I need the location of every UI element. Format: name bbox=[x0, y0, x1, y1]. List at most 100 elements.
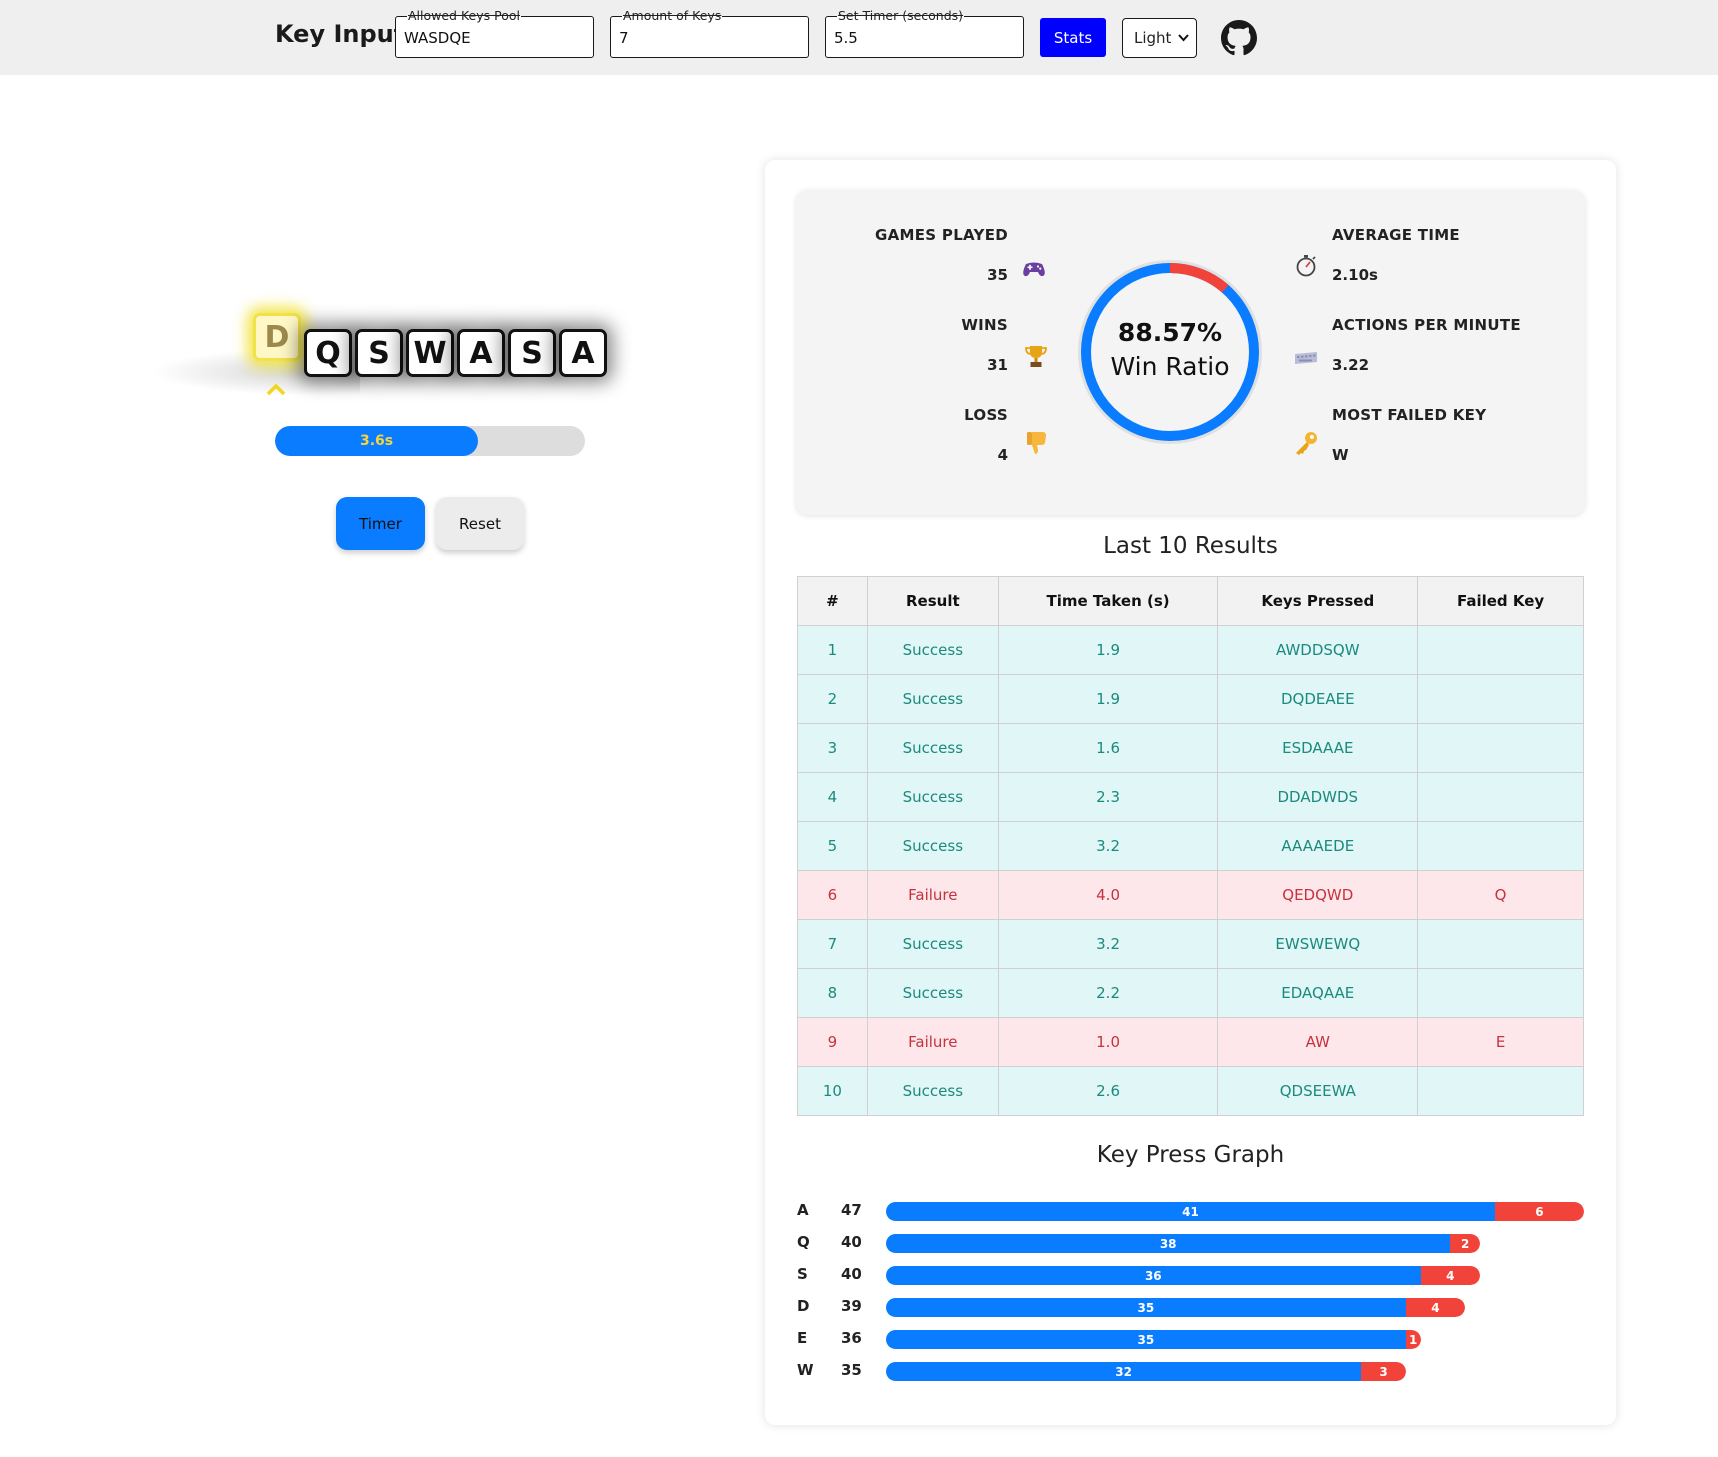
column-header: Keys Pressed bbox=[1217, 576, 1419, 626]
graph-bar: 35 1 bbox=[886, 1330, 1421, 1349]
results-title: Last 10 Results bbox=[1103, 533, 1278, 559]
graph-bar-failed: 4 bbox=[1405, 1298, 1466, 1317]
keyboard-icon bbox=[1295, 352, 1317, 364]
graph-bar-success: 41 bbox=[886, 1202, 1495, 1221]
key-tile: A bbox=[559, 329, 607, 377]
column-header: # bbox=[797, 576, 868, 626]
key-press-graph-title: Key Press Graph bbox=[1096, 1142, 1285, 1168]
table-cell-keys: AWDDSQW bbox=[1217, 625, 1419, 675]
reset-button[interactable]: Reset bbox=[436, 497, 524, 550]
amount-of-keys-input[interactable] bbox=[619, 27, 799, 49]
theme-select[interactable]: Light bbox=[1122, 18, 1197, 58]
chevron-down-icon bbox=[1178, 34, 1190, 42]
amount-of-keys-field[interactable]: Amount of Keys bbox=[610, 8, 809, 58]
timer-progress-text: 3.6s bbox=[359, 433, 394, 449]
amount-of-keys-label: Amount of Keys bbox=[622, 8, 723, 23]
table-row: 6 Failure 4.0 QEDQWD Q bbox=[797, 870, 1584, 920]
table-cell-failed bbox=[1417, 674, 1584, 724]
graph-bar-failed: 4 bbox=[1420, 1266, 1481, 1285]
average-time-label: AVERAGE TIME bbox=[1332, 226, 1460, 244]
games-played-value: 35 bbox=[987, 266, 1008, 284]
current-key-caret-icon bbox=[266, 383, 286, 396]
key-tile: W bbox=[406, 329, 454, 377]
table-cell-failed bbox=[1417, 772, 1584, 822]
table-row: 8 Success 2.2 EDAQAAE bbox=[797, 968, 1584, 1018]
table-row: 9 Failure 1.0 AW E bbox=[797, 1017, 1584, 1067]
table-cell-failed: E bbox=[1417, 1017, 1584, 1067]
loss-value: 4 bbox=[997, 446, 1008, 464]
table-row: 4 Success 2.3 DDADWDS bbox=[797, 772, 1584, 822]
graph-bar-failed: 2 bbox=[1450, 1234, 1481, 1253]
graph-bar-success: 36 bbox=[886, 1266, 1421, 1285]
table-cell-keys: AW bbox=[1217, 1017, 1419, 1067]
table-row: 10 Success 2.6 QDSEEWA bbox=[797, 1066, 1584, 1116]
table-cell-result: Success bbox=[866, 674, 999, 724]
win-ratio-label: Win Ratio bbox=[1110, 352, 1230, 381]
graph-bar-success: 32 bbox=[886, 1362, 1362, 1381]
graph-bar: 41 6 bbox=[886, 1202, 1584, 1221]
table-cell-n: 4 bbox=[797, 772, 868, 822]
table-cell-n: 8 bbox=[797, 968, 868, 1018]
graph-row: E 36 35 1 bbox=[797, 1328, 1587, 1350]
graph-key-label: A bbox=[797, 1201, 809, 1219]
apm-value: 3.22 bbox=[1332, 356, 1370, 374]
table-cell-time: 4.0 bbox=[997, 870, 1219, 920]
table-cell-result: Success bbox=[866, 772, 999, 822]
allowed-keys-input[interactable] bbox=[404, 27, 584, 49]
set-timer-input[interactable] bbox=[834, 27, 1014, 49]
app-title: Key Input bbox=[275, 20, 406, 48]
allowed-keys-label: Allowed Keys Pool bbox=[407, 8, 521, 23]
set-timer-field[interactable]: Set Timer (seconds) bbox=[825, 8, 1024, 58]
stats-button[interactable]: Stats bbox=[1040, 18, 1106, 57]
table-cell-time: 1.9 bbox=[997, 625, 1219, 675]
thumbs-down-icon bbox=[1027, 432, 1046, 454]
table-cell-keys: AAAAEDE bbox=[1217, 821, 1419, 871]
table-cell-time: 2.3 bbox=[997, 772, 1219, 822]
results-header-row: # Result Time Taken (s) Keys Pressed Fai… bbox=[797, 576, 1584, 626]
set-timer-label: Set Timer (seconds) bbox=[837, 8, 965, 23]
timer-progress-fill: 3.6s bbox=[275, 426, 479, 456]
graph-key-label: W bbox=[797, 1361, 814, 1379]
graph-row: W 35 32 3 bbox=[797, 1360, 1587, 1382]
table-cell-keys: DDADWDS bbox=[1217, 772, 1419, 822]
graph-bar-failed: 6 bbox=[1494, 1202, 1584, 1221]
trophy-icon bbox=[1025, 346, 1047, 367]
most-failed-key-label: MOST FAILED KEY bbox=[1332, 406, 1487, 424]
graph-bar-failed: 1 bbox=[1405, 1330, 1421, 1349]
allowed-keys-field[interactable]: Allowed Keys Pool bbox=[395, 8, 594, 58]
graph-key-label: Q bbox=[797, 1233, 810, 1251]
table-cell-time: 1.6 bbox=[997, 723, 1219, 773]
wins-value: 31 bbox=[987, 356, 1008, 374]
table-cell-failed bbox=[1417, 1066, 1584, 1116]
stopwatch-icon bbox=[1296, 255, 1316, 277]
table-cell-failed: Q bbox=[1417, 870, 1584, 920]
table-cell-keys: ESDAAAE bbox=[1217, 723, 1419, 773]
graph-row: D 39 35 4 bbox=[797, 1296, 1587, 1318]
column-header: Time Taken (s) bbox=[997, 576, 1219, 626]
win-ratio-percent: 88.57% bbox=[1117, 318, 1223, 347]
key-icon bbox=[1296, 432, 1317, 455]
graph-bar: 35 4 bbox=[886, 1298, 1466, 1317]
key-tile: S bbox=[355, 329, 403, 377]
key-tile: A bbox=[457, 329, 505, 377]
table-cell-failed bbox=[1417, 919, 1584, 969]
table-cell-result: Failure bbox=[866, 870, 999, 920]
loss-label: LOSS bbox=[964, 406, 1008, 424]
current-key-tile: D bbox=[253, 313, 301, 361]
key-tile: S bbox=[508, 329, 556, 377]
table-cell-failed bbox=[1417, 625, 1584, 675]
graph-total-label: 35 bbox=[841, 1361, 862, 1379]
table-cell-time: 1.9 bbox=[997, 674, 1219, 724]
table-cell-result: Failure bbox=[866, 1017, 999, 1067]
graph-total-label: 36 bbox=[841, 1329, 862, 1347]
github-icon[interactable] bbox=[1221, 20, 1257, 56]
results-table: # Result Time Taken (s) Keys Pressed Fai… bbox=[797, 576, 1584, 1116]
table-row: 5 Success 3.2 AAAAEDE bbox=[797, 821, 1584, 871]
timer-button[interactable]: Timer bbox=[336, 497, 425, 550]
timer-progress-bar: 3.6s bbox=[275, 426, 585, 456]
wins-label: WINS bbox=[961, 316, 1008, 334]
graph-key-label: S bbox=[797, 1265, 808, 1283]
graph-row: Q 40 38 2 bbox=[797, 1232, 1587, 1254]
table-cell-n: 7 bbox=[797, 919, 868, 969]
graph-bar-failed: 3 bbox=[1361, 1362, 1406, 1381]
